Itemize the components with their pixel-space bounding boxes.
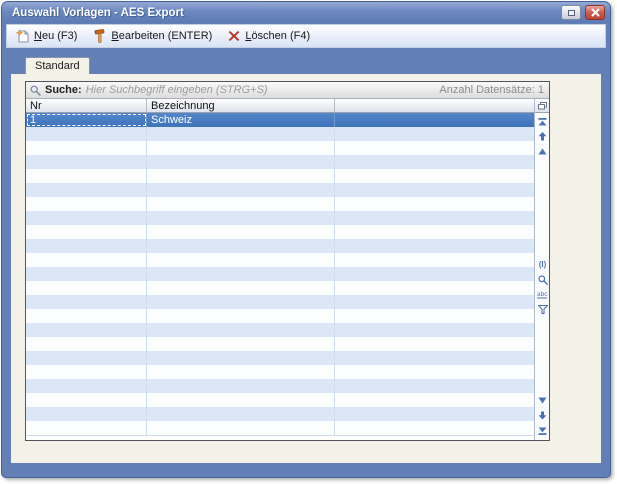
delete-button-label: Löschen (F4) bbox=[245, 30, 310, 42]
record-count: Anzahl Datensätze: 1 bbox=[439, 84, 544, 96]
table-header-row: Nr Bezeichnung bbox=[26, 99, 534, 113]
dialog-window: Auswahl Vorlagen - AES Export Neu (F3) B bbox=[1, 1, 611, 478]
table-row-empty bbox=[26, 295, 534, 309]
table-row-empty bbox=[26, 225, 534, 239]
tab-standard[interactable]: Standard bbox=[25, 57, 90, 74]
toolbar: Neu (F3) Bearbeiten (ENTER) Löschen (F4) bbox=[6, 24, 606, 48]
touch-indicator: (I) bbox=[539, 260, 547, 269]
table-row-empty bbox=[26, 337, 534, 351]
table-body: 1 Schweiz bbox=[26, 113, 534, 440]
table-row-empty bbox=[26, 323, 534, 337]
table-filler bbox=[26, 435, 534, 440]
column-header-bezeichnung[interactable]: Bezeichnung bbox=[147, 99, 335, 112]
incremental-search-button[interactable] bbox=[535, 272, 549, 287]
table-row-empty bbox=[26, 267, 534, 281]
table-row-selected[interactable]: 1 Schweiz bbox=[26, 113, 534, 127]
table-row-empty bbox=[26, 141, 534, 155]
abc-sort-button[interactable]: abc bbox=[535, 287, 549, 302]
search-label: Suche: bbox=[45, 84, 82, 96]
table-row-empty bbox=[26, 281, 534, 295]
edit-button-label: Bearbeiten (ENTER) bbox=[111, 30, 212, 42]
table-row-empty bbox=[26, 351, 534, 365]
touch-indicator-button[interactable]: (I) bbox=[535, 257, 549, 272]
column-chooser-icon bbox=[538, 102, 547, 110]
table-row-empty bbox=[26, 365, 534, 379]
column-header-nr[interactable]: Nr bbox=[26, 99, 147, 112]
table-row-empty bbox=[26, 197, 534, 211]
go-to-first-icon bbox=[538, 118, 547, 126]
table-row-empty bbox=[26, 211, 534, 225]
search-input[interactable]: Hier Suchbegriff eingeben (STRG+S) bbox=[86, 84, 436, 96]
new-document-icon bbox=[16, 29, 29, 43]
go-to-last-button[interactable] bbox=[535, 423, 549, 438]
page-down-button[interactable] bbox=[535, 408, 549, 423]
templates-grid: Suche: Hier Suchbegriff eingeben (STRG+S… bbox=[25, 81, 550, 441]
abc-text-icon: abc bbox=[537, 290, 548, 299]
table-row-empty bbox=[26, 379, 534, 393]
filter-button[interactable] bbox=[535, 302, 549, 317]
page-up-icon bbox=[538, 132, 547, 141]
restore-window-icon bbox=[568, 10, 575, 16]
tab-strip: Standard bbox=[11, 48, 601, 74]
row-up-icon bbox=[538, 148, 547, 155]
cell-bezeichnung: Schweiz bbox=[147, 113, 335, 127]
grid-navigator: (I) abc bbox=[534, 99, 549, 440]
search-panel[interactable]: Suche: Hier Suchbegriff eingeben (STRG+S… bbox=[26, 82, 549, 99]
table-row-empty bbox=[26, 393, 534, 407]
svg-text:abc: abc bbox=[537, 291, 548, 298]
table-row-empty bbox=[26, 183, 534, 197]
table-row-empty bbox=[26, 407, 534, 421]
table-area: Nr Bezeichnung 1 Schweiz bbox=[26, 99, 534, 440]
new-button-label: Neu (F3) bbox=[34, 30, 77, 42]
row-up-button[interactable] bbox=[535, 144, 549, 159]
delete-button[interactable]: Löschen (F4) bbox=[228, 30, 310, 42]
page-down-icon bbox=[538, 411, 547, 420]
hammer-edit-icon bbox=[93, 29, 106, 43]
table-row-empty bbox=[26, 155, 534, 169]
maximize-button[interactable] bbox=[561, 5, 581, 20]
tab-page: Suche: Hier Suchbegriff eingeben (STRG+S… bbox=[11, 74, 601, 463]
cell-empty bbox=[335, 113, 534, 127]
column-chooser-button[interactable] bbox=[535, 99, 549, 113]
table-row-empty bbox=[26, 169, 534, 183]
row-down-button[interactable] bbox=[535, 393, 549, 408]
new-button[interactable]: Neu (F3) bbox=[16, 29, 77, 43]
search-magnifier-icon bbox=[30, 85, 41, 96]
search-magnifier-icon bbox=[538, 275, 548, 285]
table-row-empty bbox=[26, 127, 534, 141]
table-row-empty bbox=[26, 421, 534, 435]
table-row-empty bbox=[26, 309, 534, 323]
go-to-first-button[interactable] bbox=[535, 114, 549, 129]
tab-standard-label: Standard bbox=[35, 60, 80, 72]
row-down-icon bbox=[538, 397, 547, 404]
page-up-button[interactable] bbox=[535, 129, 549, 144]
cell-nr: 1 bbox=[26, 113, 147, 127]
go-to-last-icon bbox=[538, 427, 547, 435]
close-button[interactable] bbox=[585, 5, 605, 20]
edit-button[interactable]: Bearbeiten (ENTER) bbox=[93, 29, 212, 43]
window-title: Auswahl Vorlagen - AES Export bbox=[12, 7, 557, 19]
table-row-empty bbox=[26, 253, 534, 267]
filter-funnel-icon bbox=[538, 305, 548, 314]
window-titlebar[interactable]: Auswahl Vorlagen - AES Export bbox=[2, 2, 610, 23]
close-x-icon bbox=[591, 8, 600, 17]
delete-x-icon bbox=[228, 30, 240, 42]
table-row-empty bbox=[26, 239, 534, 253]
column-header-empty[interactable] bbox=[335, 99, 534, 112]
